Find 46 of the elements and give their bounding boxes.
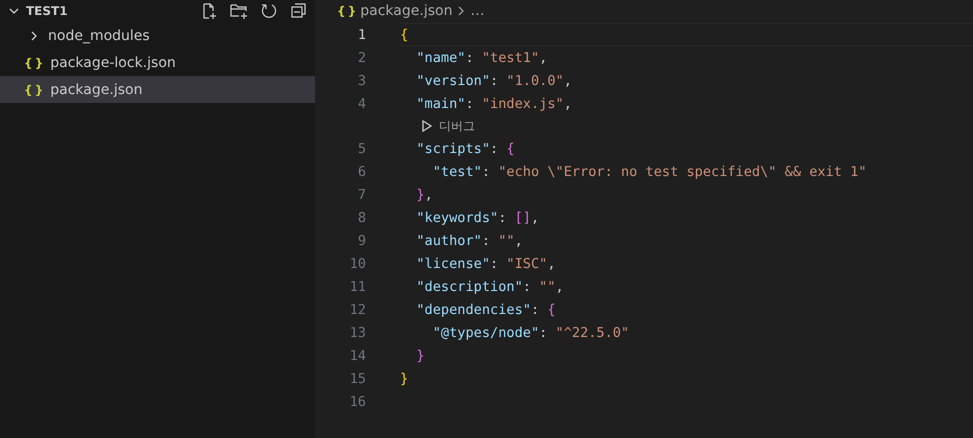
line-number: 4 xyxy=(356,96,366,112)
code-line: "version": "1.0.0", xyxy=(415,72,572,88)
line-number: 10 xyxy=(348,256,366,272)
debug-codelens[interactable]: 디버그 xyxy=(421,118,475,134)
play-icon xyxy=(421,119,433,133)
line-number: 3 xyxy=(356,72,366,88)
code-line: "license": "ISC", xyxy=(415,256,556,272)
json-file-icon: { } xyxy=(24,82,42,96)
code-line: "name": "test1", xyxy=(415,50,548,66)
code-line: "dependencies": { xyxy=(415,302,556,318)
line-number: 14 xyxy=(348,348,366,364)
collapse-all-icon[interactable] xyxy=(289,2,307,20)
code-line: "@types/node": "^22.5.0" xyxy=(432,324,630,340)
line-number: 13 xyxy=(348,324,366,340)
chevron-right-icon xyxy=(457,5,466,17)
line-number: 9 xyxy=(356,232,366,248)
line-number: 8 xyxy=(356,210,366,226)
line-number: 16 xyxy=(348,394,366,410)
file-tree-item[interactable]: { } package-lock.json xyxy=(0,49,315,76)
code-line: } xyxy=(400,370,408,386)
code-line: "keywords": [], xyxy=(415,210,540,226)
breadcrumb-file[interactable]: package.json xyxy=(360,3,452,19)
line-number: 6 xyxy=(356,164,366,180)
new-folder-icon[interactable] xyxy=(229,2,249,20)
line-number: 11 xyxy=(348,278,366,294)
file-tree-item[interactable]: { } package.json xyxy=(0,76,315,103)
line-number: 15 xyxy=(348,370,366,386)
line-number: 5 xyxy=(356,140,366,156)
json-file-icon: { } xyxy=(24,56,42,70)
code-line: "description": "", xyxy=(415,278,564,294)
code-line: }, xyxy=(415,186,433,202)
line-number: 2 xyxy=(356,50,366,66)
line-number: 7 xyxy=(356,186,366,202)
code-line: "test": "echo \"Error: no test specified\" && exit 1" xyxy=(432,164,867,180)
json-file-icon: { } xyxy=(337,4,356,18)
code-line: } xyxy=(415,348,425,364)
line-number: 1 xyxy=(356,26,366,42)
file-tree-item[interactable]: node_modules xyxy=(0,22,315,49)
breadcrumb-more[interactable]: … xyxy=(470,3,484,19)
code-line: "author": "", xyxy=(415,232,523,248)
folder-title[interactable]: TEST1 xyxy=(26,4,68,18)
refresh-icon[interactable] xyxy=(260,2,278,20)
code-line: "scripts": { xyxy=(415,140,515,156)
code-line: { xyxy=(400,26,408,42)
line-number: 12 xyxy=(348,302,366,318)
code-line: "main": "index.js", xyxy=(415,96,572,112)
